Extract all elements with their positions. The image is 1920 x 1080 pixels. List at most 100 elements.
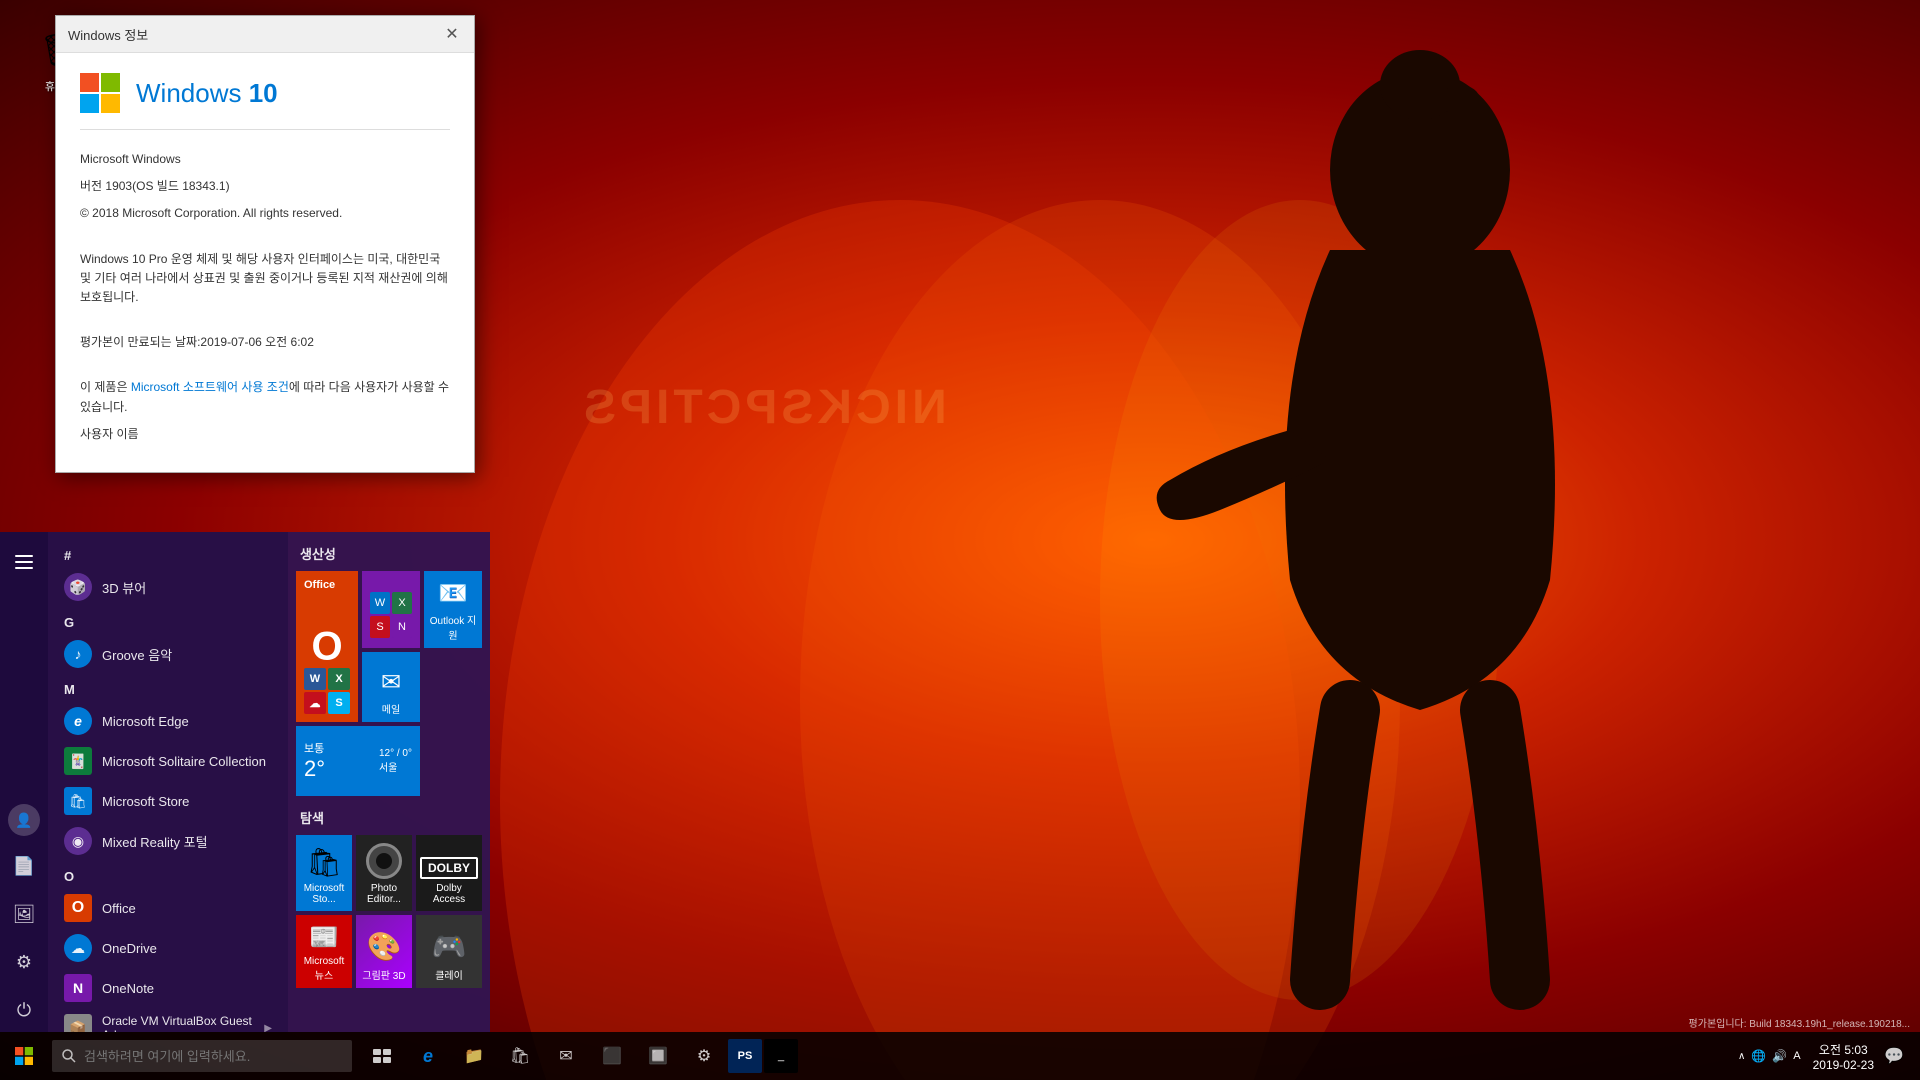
tile-paint3d[interactable]: 🎨 그림판 3D [356,915,412,988]
taskbar-settings-icon[interactable]: ⚙ [682,1032,726,1080]
app-list-item-edge[interactable]: e Microsoft Edge [48,701,288,741]
tray-network-icon[interactable]: 🌐 [1751,1049,1766,1063]
dialog-logo-row: Windows 10 [80,73,450,130]
app-list-item-onenote[interactable]: N OneNote [48,968,288,1008]
app-list-item-onedrive[interactable]: ☁ OneDrive [48,928,288,968]
tile-weather[interactable]: 보통 2° 12° / 0° 서울 [296,726,420,796]
groove-icon: ♪ [64,640,92,668]
app-label-onedrive: OneDrive [102,941,157,956]
tray-lang-icon[interactable]: A [1793,1050,1800,1062]
taskbar-powershell-icon[interactable]: PS [728,1039,762,1073]
app-label-3dviewer: 3D 뷰어 [102,578,146,597]
tile-ms-news[interactable]: 📰 Microsoft 뉴스 [296,915,352,988]
app-list-item-solitaire[interactable]: 🃏 Microsoft Solitaire Collection [48,741,288,781]
tray-datetime[interactable]: 오전 5:03 2019-02-23 [1813,1041,1874,1072]
tile-photo-editor[interactable]: Photo Editor... [356,835,412,911]
copyright-text: © 2018 Microsoft Corporation. All rights… [80,204,450,223]
virtualbox-icon: 📦 [64,1014,92,1032]
windows-10-title: Windows 10 [136,78,278,109]
tile-outlook[interactable]: 📧 Outlook 지원 [424,571,482,648]
tiles-search-grid: 🛍 Microsoft Sto... Photo Editor... DOLBY… [296,835,482,988]
notification-center-button[interactable]: 💬 [1878,1032,1910,1080]
word-mini-icon: W [304,668,326,690]
app-list-section-m: M [48,678,288,701]
dialog-close-button[interactable]: ✕ [442,24,462,44]
tray-chevron-icon[interactable]: ∧ [1738,1051,1745,1062]
tile-paint3d-label: 그림판 3D [362,967,405,982]
taskview-button[interactable] [360,1032,404,1080]
about-dialog: Windows 정보 ✕ Windows 10 Microsoft Window… [55,15,475,473]
dialog-title-text: Windows 정보 [68,25,148,44]
app-list-item-store[interactable]: 🛍 Microsoft Store [48,781,288,821]
tile-ms-apps[interactable]: W X S N [362,571,420,648]
solitaire-tile-icon: 🎮 [432,930,467,963]
app-list-item-virtualbox[interactable]: 📦 Oracle VM VirtualBox Guest Ad... ▶ [48,1008,288,1032]
app-label-edge: Microsoft Edge [102,714,189,729]
logo-quad-1 [80,73,99,92]
tile-ms-news-label: Microsoft 뉴스 [300,956,348,982]
start-menu: 👤 📄 🖼 ⚙ ⏻ # 🎲 3D 뷰어 G ♪ Groove 음악 M e [0,532,490,1032]
tile-ms-store-label: Microsoft Sto... [300,883,348,905]
silhouette [1070,30,1770,1010]
office-icon: O [64,894,92,922]
edge-icon: e [64,707,92,735]
documents-icon[interactable]: 📄 [2,844,46,888]
solitaire-icon: 🃏 [64,747,92,775]
search-input[interactable] [84,1049,324,1064]
dolby-tile-icon: DOLBY [420,857,478,879]
taskbar-search[interactable] [52,1040,352,1072]
store-icon: 🛍 [64,787,92,815]
app-list-item-groove[interactable]: ♪ Groove 음악 [48,634,288,674]
ms-apps-grid: W X S N [366,588,416,642]
tile-solitaire[interactable]: 🎮 클레이 [416,915,482,988]
taskbar-store-icon[interactable]: 🛍 [498,1032,542,1080]
word-icon-small: W [370,592,390,614]
taskbar: e 📁 🛍 ✉ ⬛ 🔲 ⚙ PS _ ∧ 🌐 🔊 A 오전 5:03 [0,1032,1920,1080]
taskbar-edge-icon[interactable]: e [406,1032,450,1080]
eval-date-text: 평가본이 만료되는 날짜:2019-07-06 오전 6:02 [80,333,450,352]
taskbar-terminal-icon[interactable]: _ [764,1039,798,1073]
ms-news-tile-icon: 📰 [309,923,339,952]
settings-icon[interactable]: ⚙ [2,940,46,984]
tray-volume-icon[interactable]: 🔊 [1772,1049,1787,1063]
tile-ms-store[interactable]: 🛍 Microsoft Sto... [296,835,352,911]
app-list-item-mixed-reality[interactable]: ◉ Mixed Reality 포털 [48,821,288,861]
tile-dolby[interactable]: DOLBY Dolby Access [416,835,482,911]
onedrive-icon: ☁ [64,934,92,962]
app-list-item-office[interactable]: O Office [48,888,288,928]
ms-store-tile-icon: 🛍 [306,846,342,879]
app-list-item-3dviewer[interactable]: 🎲 3D 뷰어 [48,567,288,607]
weather-minmax: 12° / 0° [379,748,412,759]
pictures-icon[interactable]: 🖼 [2,892,46,936]
taskbar-explorer-icon[interactable]: 📁 [452,1032,496,1080]
outlook-icon: 📧 [438,579,468,608]
description-text: Windows 10 Pro 운영 체제 및 해당 사용자 인터페이스는 미국,… [80,250,450,308]
tiles-area: 생산성 Office W X ☁ S O [288,532,490,1032]
app-list-section-hash: # [48,544,288,567]
windows-logo [80,73,120,113]
user-label-text: 사용자 이름 [80,425,450,444]
hamburger-menu-icon[interactable] [2,540,46,584]
power-icon[interactable]: ⏻ [2,988,46,1032]
tile-mail[interactable]: ✉ 메일 [362,652,420,722]
tile-office-label: Office [304,579,335,591]
taskbar-mail-icon[interactable]: ✉ [544,1032,588,1080]
tile-dolby-label: Dolby Access [420,883,478,905]
mail-icon: ✉ [381,668,401,697]
terms-link[interactable]: Microsoft 소프트웨어 사용 조건 [131,380,289,394]
dialog-titlebar: Windows 정보 ✕ [56,16,474,53]
onenote-icon: N [64,974,92,1002]
ms-windows-label: Microsoft Windows [80,150,450,169]
weather-temperature: 2° [304,756,325,782]
taskbar-app1-icon[interactable]: 🔲 [636,1032,680,1080]
user-icon[interactable]: 👤 [8,804,40,836]
weather-label: 보통 [304,740,325,756]
tile-office[interactable]: Office W X ☁ S O [296,571,358,722]
start-button[interactable] [0,1032,48,1080]
app-label-onenote: OneNote [102,981,154,996]
excel-icon-small: X [392,592,412,614]
app-label-groove: Groove 음악 [102,645,172,664]
office-big-o: O [311,624,342,669]
taskbar-media-icon[interactable]: ⬛ [590,1032,634,1080]
tile-solitaire-label: 클레이 [435,967,463,982]
